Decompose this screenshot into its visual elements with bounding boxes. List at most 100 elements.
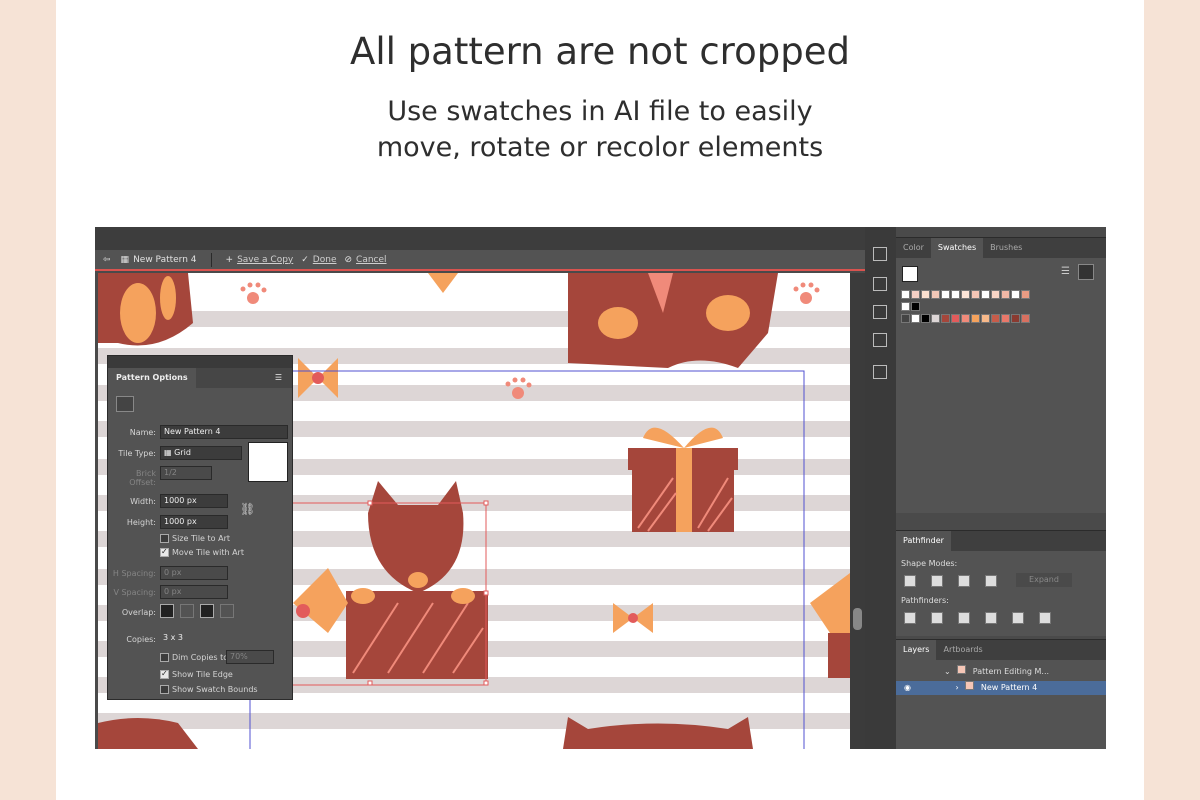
pattern-swatches-row[interactable]: [901, 290, 1030, 299]
color-group-swatches-row[interactable]: [901, 314, 1030, 323]
size-tile-label: Size Tile to Art: [172, 534, 230, 543]
headline: All pattern are not cropped: [350, 30, 850, 73]
align-icon[interactable]: [873, 247, 887, 261]
width-label: Width:: [130, 497, 156, 506]
cancel-button[interactable]: Cancel: [356, 255, 387, 265]
h-spacing-label: H Spacing:: [112, 569, 156, 578]
brick-offset-label: Brick Offset:: [129, 469, 156, 487]
h-spacing-field[interactable]: 0 px: [160, 566, 228, 580]
name-field[interactable]: New Pattern 4: [160, 425, 288, 439]
v-spacing-field[interactable]: 0 px: [160, 585, 228, 599]
pathfinder-panel: Pathfinder Shape Modes: Expand Pathfinde…: [896, 530, 1106, 636]
tab-brushes[interactable]: Brushes: [983, 238, 1029, 258]
dim-copies-checkbox[interactable]: [160, 653, 169, 662]
eye-icon[interactable]: ◉: [904, 683, 911, 692]
layer-name: Pattern Editing M...: [972, 667, 1050, 676]
panel-tab-bar: Pattern Options ☰: [108, 368, 292, 388]
layer-name: New Pattern 4: [980, 683, 1038, 692]
name-label: Name:: [129, 428, 156, 437]
panel-menu-icon[interactable]: ☰: [267, 368, 290, 388]
tab-color[interactable]: Color: [896, 238, 931, 258]
chevron-down-icon[interactable]: ⌄: [944, 667, 951, 676]
layer-thumbnail: [957, 665, 967, 674]
copies-label: Copies:: [126, 635, 156, 644]
tab-layers[interactable]: Layers: [896, 640, 937, 660]
pattern-icon: ▦: [120, 254, 130, 265]
chevron-right-icon[interactable]: ›: [956, 683, 959, 692]
play-icon[interactable]: [873, 365, 887, 379]
layers-panel: Layers Artboards ⌄ Pattern Editing M... …: [896, 639, 1106, 749]
tile-type-label: Tile Type:: [118, 449, 156, 458]
width-field[interactable]: 1000 px: [160, 494, 228, 508]
tab-swatches[interactable]: Swatches: [930, 238, 984, 258]
layer-row-pattern-editing[interactable]: ⌄ Pattern Editing M...: [896, 665, 1106, 679]
top-cat-center: [568, 273, 778, 368]
save-copy-button[interactable]: Save a Copy: [237, 255, 293, 265]
cancel-icon: ⊘: [344, 254, 353, 265]
application-top-bar: [95, 227, 865, 250]
show-swatch-bounds-checkbox[interactable]: [160, 685, 169, 694]
brick-offset-select[interactable]: 1/2: [160, 466, 212, 480]
overlap-buttons[interactable]: [160, 604, 234, 618]
fill-stroke-none-icon[interactable]: [902, 266, 918, 282]
subtitle-line-2: move, rotate or recolor elements: [376, 132, 824, 163]
right-bow: [810, 573, 850, 678]
panel-top-bar: [108, 356, 292, 368]
overlap-right-icon[interactable]: [180, 604, 194, 618]
export-icon[interactable]: [873, 333, 887, 347]
shape-modes-label: Shape Modes:: [901, 559, 958, 568]
top-cat-left: [98, 273, 193, 346]
scrollbar-thumb[interactable]: [853, 608, 862, 630]
link-icon[interactable]: ⛓: [240, 502, 255, 516]
done-button[interactable]: Done: [313, 255, 337, 265]
gift-box: [628, 427, 738, 532]
pattern-edit-bar: ⇦ ▦ New Pattern 4 + Save a Copy ✓ Done ⊘…: [95, 250, 865, 271]
tile-type-preview: [248, 442, 288, 482]
dim-copies-select[interactable]: 70%: [226, 650, 274, 664]
menu-lines-icon[interactable]: [873, 277, 887, 291]
basic-swatches-row[interactable]: [901, 302, 920, 311]
pattern-name: New Pattern 4: [133, 254, 197, 265]
show-tile-edge-label: Show Tile Edge: [172, 670, 233, 679]
copies-select[interactable]: 3 x 3: [160, 632, 212, 646]
height-label: Height:: [126, 518, 156, 527]
shape-modes-buttons[interactable]: [904, 575, 997, 587]
overlap-left-icon[interactable]: [160, 604, 174, 618]
size-tile-checkbox[interactable]: [160, 534, 169, 543]
grid-icon: ▦: [164, 448, 175, 457]
back-arrow-icon[interactable]: ⇦: [103, 255, 111, 265]
plus-icon: +: [225, 254, 234, 265]
divider: [210, 252, 212, 267]
tile-type-select[interactable]: ▦ Grid: [160, 446, 242, 460]
pathfinder-buttons[interactable]: [904, 612, 1051, 624]
pathfinders-label: Pathfinders:: [901, 596, 949, 605]
overlap-top-icon[interactable]: [200, 604, 214, 618]
swatches-panel: Color Swatches Brushes ☰: [896, 237, 1106, 527]
overlap-bottom-icon[interactable]: [220, 604, 234, 618]
move-tile-label: Move Tile with Art: [172, 548, 244, 557]
panel-icon-strip: [865, 227, 896, 749]
show-tile-edge-checkbox[interactable]: [160, 669, 169, 679]
tile-type-value: Grid: [174, 448, 191, 457]
dim-copies-label: Dim Copies to:: [172, 653, 231, 662]
tab-artboards[interactable]: Artboards: [936, 640, 989, 660]
swatches-tabs: Color Swatches Brushes: [896, 238, 1106, 258]
layers-tabs: Layers Artboards: [896, 640, 1106, 660]
gradient-icon[interactable]: [873, 305, 887, 319]
tab-pathfinder[interactable]: Pathfinder: [896, 531, 951, 551]
overlap-label: Overlap:: [121, 608, 156, 617]
height-field[interactable]: 1000 px: [160, 515, 228, 529]
swatches-footer: [896, 513, 1106, 527]
layer-row-new-pattern[interactable]: ◉ › New Pattern 4: [896, 681, 1106, 695]
grid-view-icon[interactable]: [1078, 264, 1094, 280]
expand-button[interactable]: Expand: [1016, 573, 1072, 587]
vertical-scrollbar[interactable]: [850, 273, 865, 749]
v-spacing-label: V Spacing:: [113, 588, 156, 597]
check-icon: ✓: [301, 254, 309, 265]
tile-editor-tool-icon[interactable]: [116, 396, 134, 412]
pathfinder-tabs: Pathfinder: [896, 531, 1106, 551]
pattern-options-panel: Pattern Options ☰ Name: New Pattern 4 Ti…: [107, 355, 293, 700]
move-tile-checkbox[interactable]: [160, 547, 169, 557]
pattern-options-title[interactable]: Pattern Options: [108, 368, 196, 388]
list-view-icon[interactable]: ☰: [1061, 266, 1070, 277]
